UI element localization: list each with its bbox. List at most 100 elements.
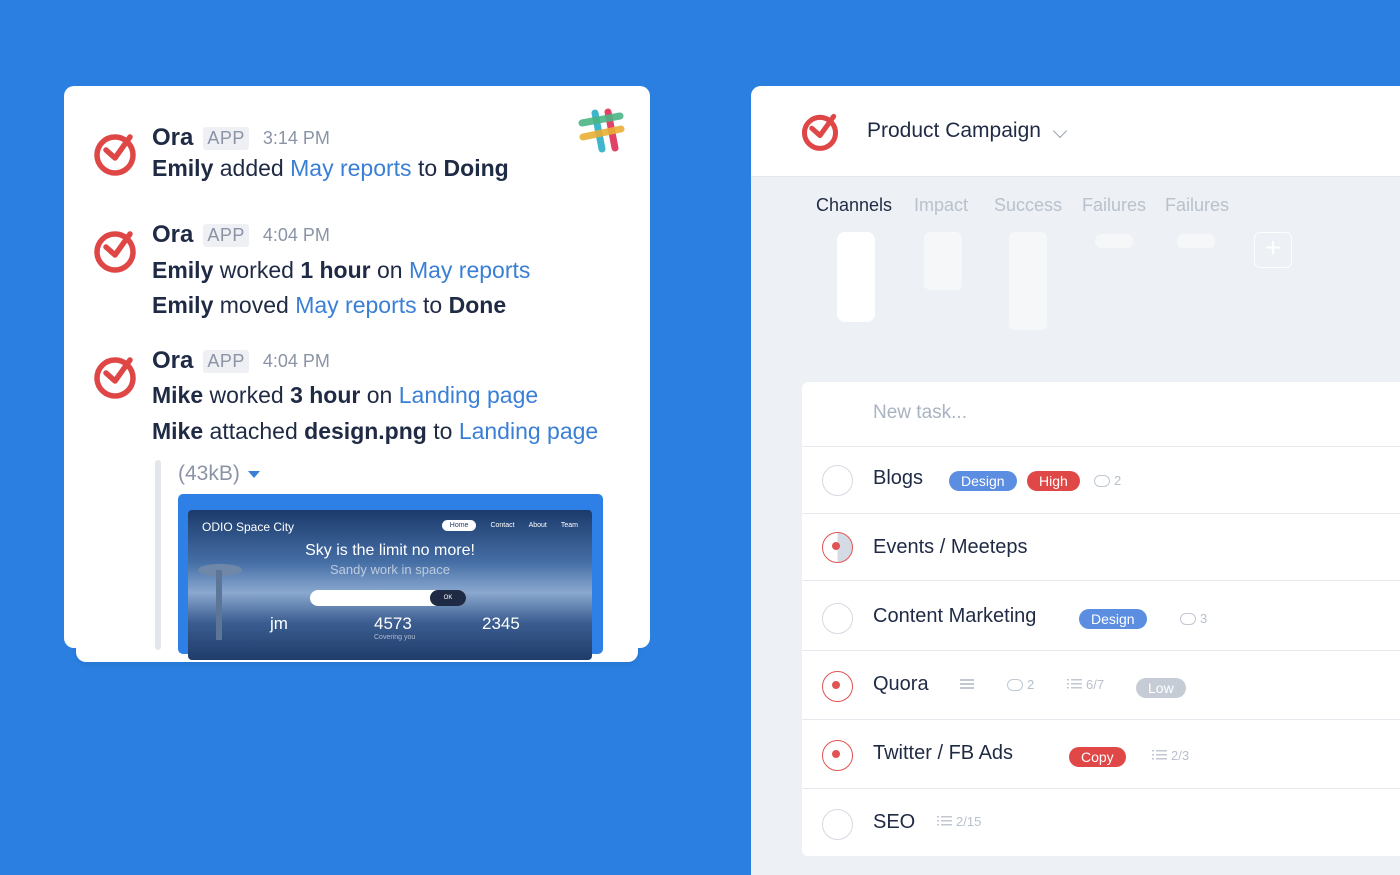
- message-text: on: [360, 382, 399, 408]
- add-column-button[interactable]: +: [1254, 232, 1292, 268]
- task-checkbox[interactable]: [822, 809, 853, 840]
- comment-icon: [1180, 612, 1196, 625]
- project-title[interactable]: Product Campaign: [867, 119, 1041, 143]
- comment-count: 2: [1094, 473, 1121, 488]
- attachment-quote-bar: [155, 460, 161, 650]
- caret-down-icon: [247, 470, 260, 478]
- attachment-size: (43kB): [178, 462, 240, 485]
- column-card[interactable]: [1009, 232, 1047, 330]
- task-checkbox[interactable]: [822, 465, 853, 496]
- task-checkbox[interactable]: [822, 532, 853, 563]
- description-icon: [960, 679, 974, 690]
- task-row[interactable]: Quora 2 6/7 Low: [802, 650, 1400, 717]
- comment-count-value: 2: [1114, 473, 1122, 488]
- checklist-value: 6/7: [1086, 677, 1105, 692]
- column-card[interactable]: [837, 232, 875, 322]
- message-line: Mike attached design.png to Landing page: [152, 418, 598, 445]
- checklist-value: 2/3: [1171, 748, 1190, 763]
- emphasis-text: Done: [448, 292, 507, 318]
- preview-stat: jm: [270, 614, 288, 633]
- tab-failures[interactable]: Failures: [1082, 195, 1146, 216]
- message-line: Mike worked 3 hour on Landing page: [152, 382, 538, 409]
- task-link[interactable]: Landing page: [459, 418, 598, 444]
- column-card[interactable]: [1095, 234, 1133, 248]
- message-text: added: [213, 155, 291, 181]
- preview-stat: 4573: [374, 614, 412, 633]
- attachment-size-toggle[interactable]: (43kB): [178, 462, 260, 486]
- task-row[interactable]: Content Marketing Design 3: [802, 580, 1400, 647]
- preview-nav-item: About: [528, 522, 547, 529]
- task-name[interactable]: Blogs: [873, 467, 923, 490]
- task-name[interactable]: Twitter / FB Ads: [873, 742, 1013, 765]
- tab-failures-2[interactable]: Failures: [1165, 195, 1229, 216]
- ora-avatar-icon: [94, 357, 136, 399]
- tag-design[interactable]: Design: [1079, 609, 1147, 629]
- tab-success[interactable]: Success: [994, 195, 1062, 216]
- task-row[interactable]: Blogs Design High 2: [802, 446, 1400, 513]
- task-name[interactable]: Events / Meeteps: [873, 536, 1028, 559]
- sender-name[interactable]: Ora: [152, 124, 193, 152]
- emphasis-text: Emily: [152, 292, 214, 318]
- task-checkbox[interactable]: [822, 603, 853, 634]
- comment-count: 3: [1180, 611, 1207, 626]
- emphasis-text: Emily: [152, 155, 214, 181]
- preview-stat: 2345: [482, 614, 520, 633]
- chevron-down-icon[interactable]: [1052, 123, 1068, 139]
- emphasis-text: 3 hour: [290, 382, 361, 408]
- comment-count-value: 2: [1027, 677, 1035, 692]
- message-line: Emily moved May reports to Done: [152, 292, 506, 319]
- timestamp[interactable]: 4:04 PM: [263, 351, 330, 372]
- timestamp[interactable]: 3:14 PM: [263, 128, 330, 149]
- tab-impact[interactable]: Impact: [914, 195, 968, 216]
- tag-copy[interactable]: Copy: [1069, 747, 1126, 767]
- message-text: to: [411, 155, 444, 181]
- task-link[interactable]: May reports: [409, 257, 530, 283]
- task-link[interactable]: May reports: [295, 292, 416, 318]
- checklist-count: 6/7: [1067, 677, 1104, 692]
- column-card[interactable]: [924, 232, 962, 290]
- timestamp[interactable]: 4:04 PM: [263, 225, 330, 246]
- preview-screenshot: ODIO Space City Home Contact About Team …: [188, 510, 592, 660]
- tag-design[interactable]: Design: [949, 471, 1017, 491]
- tab-channels[interactable]: Channels: [816, 195, 892, 216]
- checklist-count: 2/15: [937, 814, 981, 829]
- sender-name[interactable]: Ora: [152, 221, 193, 249]
- preview-search-button: OK: [430, 590, 466, 606]
- preview-search: OK: [310, 590, 466, 606]
- task-link[interactable]: May reports: [290, 155, 411, 181]
- message-text: worked: [213, 257, 301, 283]
- message-text: on: [370, 257, 409, 283]
- task-row[interactable]: Twitter / FB Ads Copy 2/3: [802, 719, 1400, 786]
- message-header: Ora APP 4:04 PM: [152, 347, 330, 375]
- emphasis-text: design.png: [304, 418, 427, 444]
- checklist-icon: [1067, 678, 1082, 691]
- sender-name[interactable]: Ora: [152, 347, 193, 375]
- message-header: Ora APP 3:14 PM: [152, 124, 330, 152]
- task-name[interactable]: Quora: [873, 673, 929, 696]
- emphasis-text: 1 hour: [300, 257, 371, 283]
- tag-high[interactable]: High: [1027, 471, 1080, 491]
- preview-headline: Sky is the limit no more!: [305, 542, 475, 559]
- ora-avatar-icon: [94, 134, 136, 176]
- attachment-preview-image[interactable]: ODIO Space City Home Contact About Team …: [178, 494, 603, 660]
- message-text: worked: [203, 382, 291, 408]
- new-task-input[interactable]: New task...: [873, 402, 967, 424]
- tag-low[interactable]: Low: [1136, 678, 1186, 698]
- comment-icon: [1094, 474, 1110, 487]
- task-row[interactable]: SEO 2/15: [802, 788, 1400, 855]
- column-card[interactable]: [1177, 234, 1215, 248]
- ora-project-panel: Product Campaign Channels Impact Success…: [751, 86, 1400, 875]
- task-name[interactable]: SEO: [873, 811, 915, 834]
- task-link[interactable]: Landing page: [399, 382, 538, 408]
- preview-brand: ODIO Space City: [202, 520, 295, 534]
- preview-nav-item: Home: [441, 520, 477, 531]
- task-name[interactable]: Content Marketing: [873, 605, 1036, 628]
- checklist-icon: [937, 815, 952, 828]
- emphasis-text: Mike: [152, 418, 204, 444]
- task-checkbox[interactable]: [822, 740, 853, 771]
- task-row[interactable]: Events / Meeteps: [802, 513, 1400, 580]
- ora-avatar-icon: [94, 231, 136, 273]
- ora-logo-icon[interactable]: [799, 110, 841, 152]
- task-checkbox[interactable]: [822, 671, 853, 702]
- comment-count: 2: [1007, 677, 1034, 692]
